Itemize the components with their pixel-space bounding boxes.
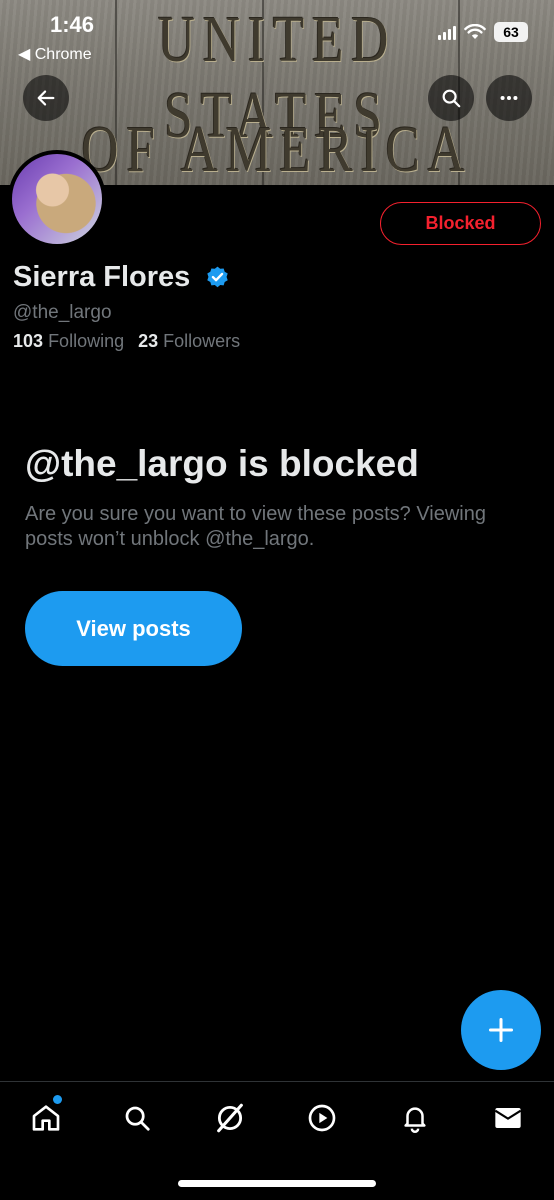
status-icons: 63 [438,22,528,42]
nav-grok[interactable] [210,1098,250,1138]
banner-text-line2: OF AMERICA [81,113,473,185]
home-indicator[interactable] [178,1180,376,1187]
following-count: 103 [13,331,44,351]
messages-icon [494,1108,522,1128]
video-icon [308,1104,336,1132]
following-link[interactable]: 103 Following [13,331,124,352]
compose-post-button[interactable] [461,990,541,1070]
search-icon [125,1106,150,1131]
nav-messages[interactable] [488,1098,528,1138]
display-name: Sierra Flores [13,261,191,293]
nav-search[interactable] [117,1098,157,1138]
cellular-signal-icon [438,24,456,40]
more-options-button[interactable] [486,75,532,121]
back-button[interactable] [23,75,69,121]
blocked-button[interactable]: Blocked [380,202,541,245]
blocked-notice-title: @the_largo is blocked [25,443,419,484]
status-time: 1:46 [50,12,95,37]
nav-home[interactable] [26,1098,66,1138]
followers-label: Followers [163,331,241,351]
nav-notifications[interactable] [395,1098,435,1138]
battery-indicator: 63 [494,22,528,42]
wifi-icon [464,24,486,39]
followers-link[interactable]: 23 Followers [138,331,240,352]
user-handle: @the_largo [13,302,112,323]
arrow-left-icon [37,90,55,106]
grok-icon [217,1103,243,1133]
more-horizontal-icon [500,95,518,101]
following-label: Following [48,331,125,351]
search-icon [442,89,461,108]
back-to-app-link[interactable]: ◀ Chrome [18,44,92,64]
notifications-icon [404,1107,426,1133]
search-button[interactable] [428,75,474,121]
avatar[interactable] [8,150,106,248]
home-icon [32,1105,60,1131]
nav-video[interactable] [302,1098,342,1138]
plus-icon [488,1017,514,1043]
verified-badge-icon [207,266,228,288]
followers-count: 23 [138,331,159,351]
blocked-notice-description: Are you sure you want to view these post… [25,503,486,550]
follow-stats: 103 Following 23 Followers [13,331,240,352]
view-posts-button[interactable]: View posts [25,591,242,666]
notification-dot [53,1095,62,1104]
